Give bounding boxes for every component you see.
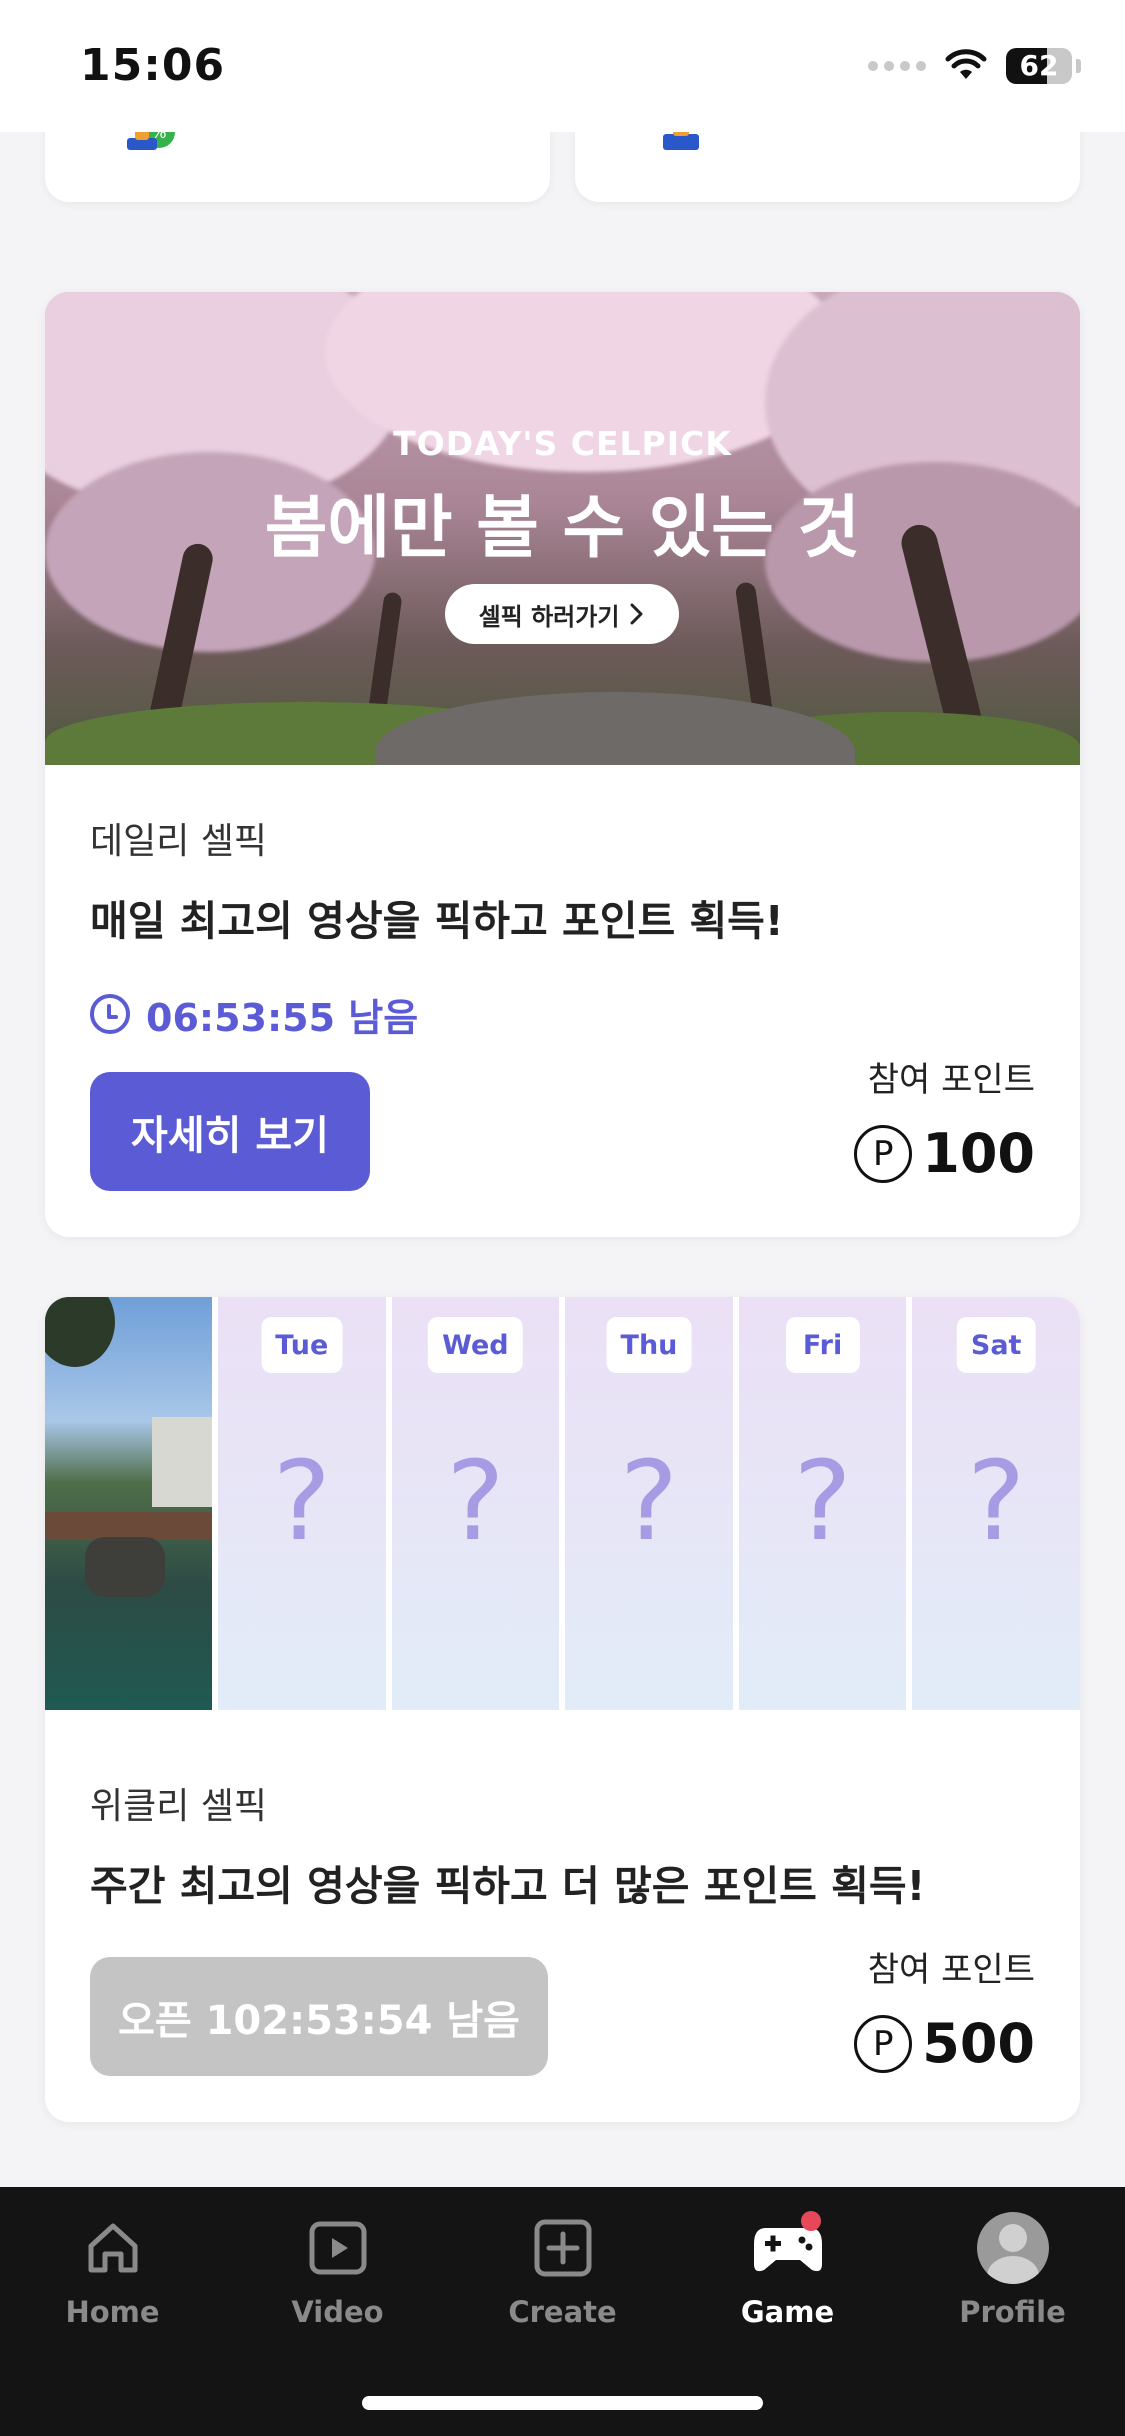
weekly-celpick-card: Tue ? Wed ? Thu ? Fri ? Sat ? 위클리 셀픽 주간 … [45, 1297, 1080, 2122]
daily-headline: 매일 최고의 영상을 픽하고 포인트 획득! [90, 897, 784, 945]
game-screen: 15:06 62 % TODAY'S CELPICK 봄에만 볼 수 있는 것 … [0, 0, 1125, 2436]
chevron-right-icon [630, 603, 643, 625]
weekly-points-value: 500 [922, 2012, 1035, 2075]
tab-game[interactable]: Game [675, 2209, 900, 2349]
weekly-headline: 주간 최고의 영상을 픽하고 더 많은 포인트 획득! [90, 1862, 926, 1910]
signal-icon [868, 61, 926, 71]
tab-video[interactable]: Video [225, 2209, 450, 2349]
clock-icon [90, 994, 130, 1034]
question-mark-icon: ? [966, 1437, 1026, 1565]
day-chip: Sat [956, 1317, 1036, 1373]
daily-timer: 06:53:55 남음 [90, 992, 418, 1040]
banner-title: 봄에만 볼 수 있는 것 [264, 489, 861, 568]
play-icon [299, 2209, 377, 2287]
weekly-label: 위클리 셀픽 [90, 1786, 268, 1827]
tab-label: Create [508, 2295, 617, 2329]
weekly-day-strip: Tue ? Wed ? Thu ? Fri ? Sat ? [45, 1297, 1080, 1710]
tab-home[interactable]: Home [0, 2209, 225, 2349]
weekly-points: P 500 [854, 2012, 1035, 2075]
day-chip: Wed [428, 1317, 523, 1373]
point-icon: P [854, 1124, 913, 1183]
tab-label: Home [65, 2295, 160, 2329]
day-column-tue[interactable]: Tue ? [218, 1297, 386, 1710]
weekly-points-label: 참여 포인트 [867, 1950, 1035, 1990]
home-indicator[interactable] [362, 2396, 763, 2410]
status-bar: 15:06 62 [0, 0, 1125, 132]
banner-subtitle: TODAY'S CELPICK [393, 424, 732, 463]
status-indicators: 62 [868, 44, 1081, 88]
daily-label: 데일리 셀픽 [90, 821, 268, 862]
gamepad-icon [749, 2209, 827, 2287]
daily-celpick-card: TODAY'S CELPICK 봄에만 볼 수 있는 것 셀픽 하러가기 데일리… [45, 292, 1080, 1237]
question-mark-icon: ? [446, 1437, 505, 1565]
day-column-wed[interactable]: Wed ? [391, 1297, 560, 1710]
daily-points-value: 100 [922, 1122, 1035, 1185]
weekly-open-countdown-button[interactable]: 오픈 102:53:54 남음 [90, 1957, 548, 2076]
plus-square-icon [524, 2209, 602, 2287]
home-icon [74, 2209, 152, 2287]
monday-thumbnail[interactable] [45, 1297, 212, 1710]
battery-level: 62 [1019, 49, 1059, 82]
day-column-sat[interactable]: Sat ? [912, 1297, 1080, 1710]
day-chip: Tue [261, 1317, 343, 1373]
go-celpick-button[interactable]: 셀픽 하러가기 [445, 584, 679, 644]
status-time: 15:06 [80, 40, 226, 91]
daily-points-label: 참여 포인트 [867, 1060, 1035, 1100]
view-details-button[interactable]: 자세히 보기 [90, 1072, 370, 1191]
question-mark-icon: ? [272, 1437, 331, 1565]
daily-banner[interactable]: TODAY'S CELPICK 봄에만 볼 수 있는 것 셀픽 하러가기 [45, 292, 1080, 765]
day-chip: Thu [606, 1317, 692, 1373]
daily-points: P 100 [854, 1122, 1035, 1185]
point-icon: P [854, 2014, 913, 2073]
go-celpick-label: 셀픽 하러가기 [478, 602, 620, 631]
tab-label: Profile [959, 2295, 1066, 2329]
notification-dot [800, 2211, 821, 2231]
daily-timer-text: 06:53:55 남음 [146, 995, 419, 1040]
day-column-thu[interactable]: Thu ? [565, 1297, 733, 1710]
tab-label: Video [291, 2295, 384, 2329]
day-chip: Fri [785, 1317, 860, 1373]
tab-create[interactable]: Create [450, 2209, 675, 2349]
avatar [976, 2212, 1049, 2284]
day-column-fri[interactable]: Fri ? [738, 1297, 907, 1710]
battery-icon: 62 [1006, 48, 1072, 84]
question-mark-icon: ? [619, 1437, 679, 1565]
question-mark-icon: ? [793, 1437, 852, 1565]
tab-label: Game [740, 2295, 835, 2329]
wifi-icon [945, 49, 987, 79]
tab-profile[interactable]: Profile [900, 2209, 1125, 2349]
